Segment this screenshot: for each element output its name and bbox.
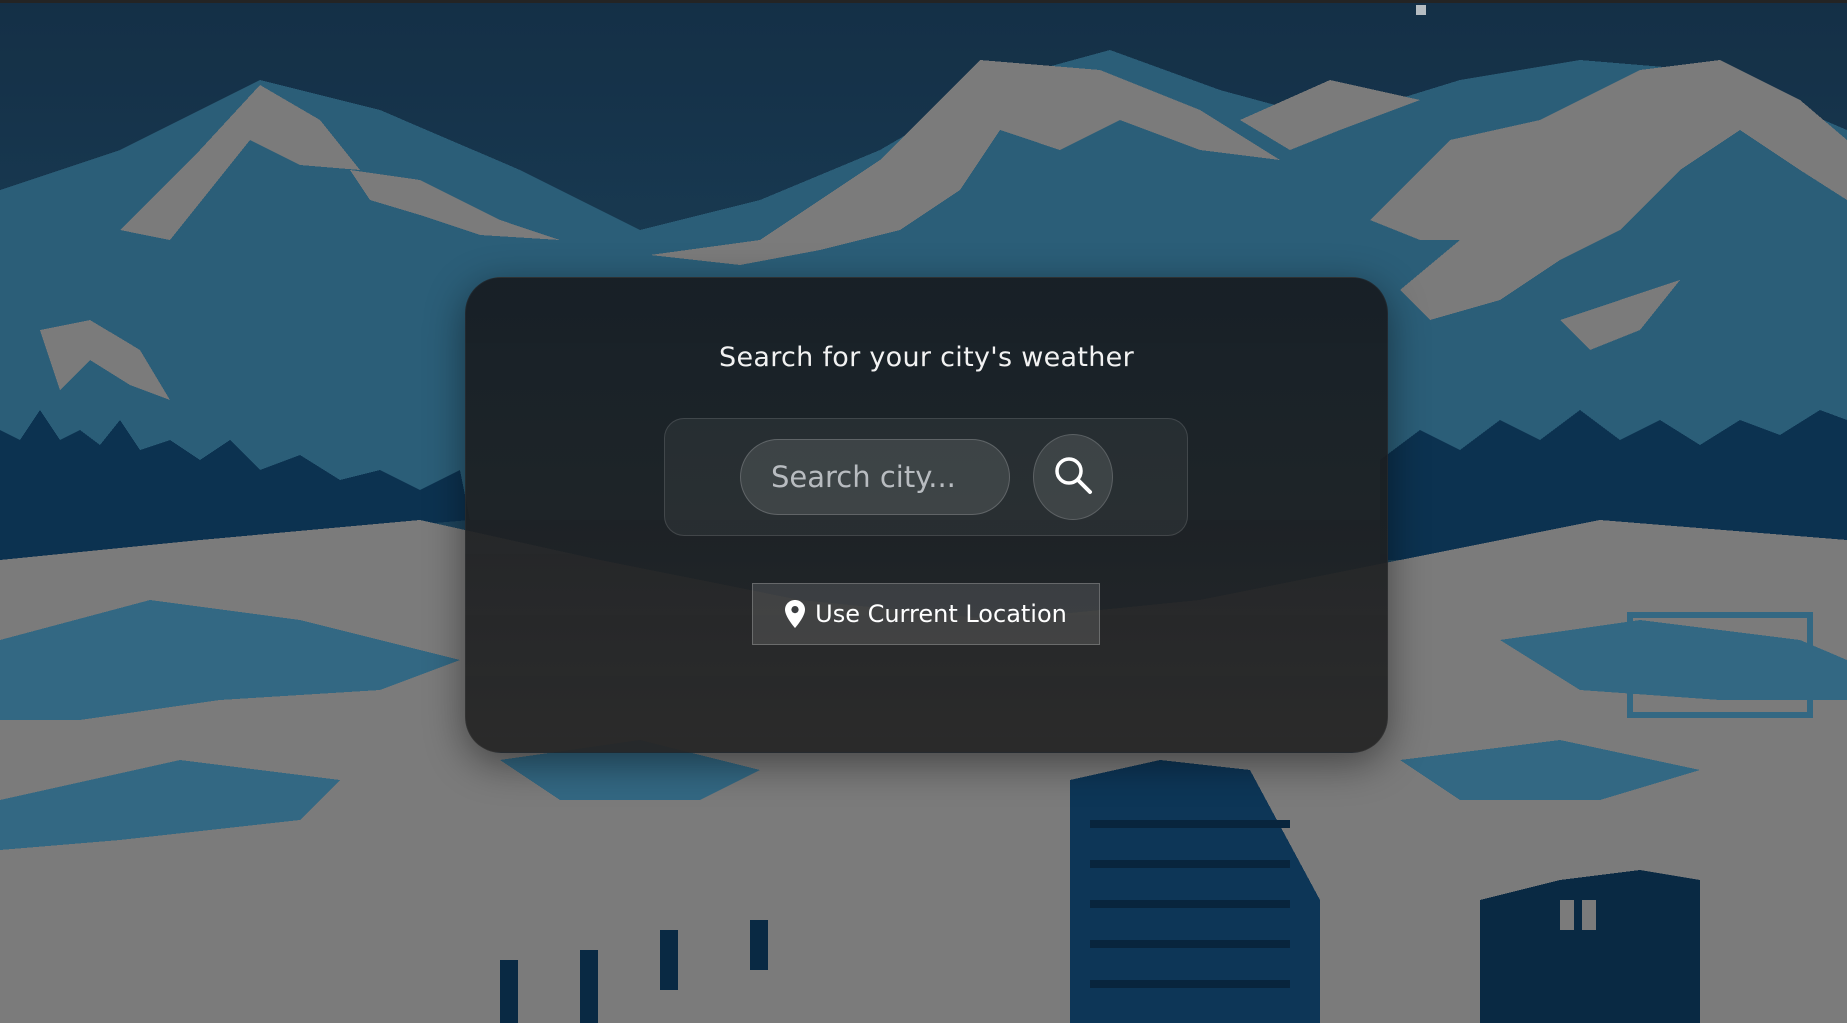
weather-search-card: Search for your city's weather Use Curre… xyxy=(465,277,1388,753)
use-current-location-button[interactable]: Use Current Location xyxy=(752,583,1100,645)
use-current-location-label: Use Current Location xyxy=(815,600,1067,628)
search-input[interactable] xyxy=(740,439,1010,515)
search-icon xyxy=(1055,457,1092,494)
card-title: Search for your city's weather xyxy=(719,342,1134,373)
search-box xyxy=(664,418,1188,536)
search-button[interactable] xyxy=(1033,434,1113,520)
map-pin-icon xyxy=(785,600,806,628)
